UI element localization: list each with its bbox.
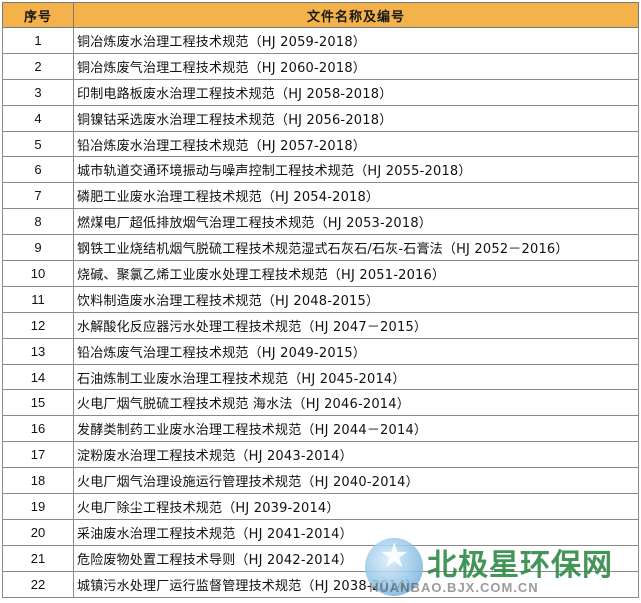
document-name-cell[interactable]: 铅冶炼废气治理工程技术规范（HJ 2049-2015） bbox=[73, 337, 639, 365]
document-name-cell[interactable]: 铜冶炼废气治理工程技术规范（HJ 2060-2018） bbox=[73, 52, 639, 80]
table-row: 6 城市轨道交通环境振动与噪声控制工程技术规范（HJ 2055-2018） bbox=[2, 156, 639, 184]
document-name-cell[interactable]: 铜冶炼废水治理工程技术规范（HJ 2059-2018） bbox=[73, 27, 639, 54]
row-number-cell[interactable]: 17 bbox=[2, 441, 74, 469]
row-number-cell[interactable]: 18 bbox=[2, 467, 74, 495]
row-number-cell[interactable]: 4 bbox=[2, 104, 74, 132]
row-number-cell[interactable]: 19 bbox=[2, 493, 74, 520]
document-name-cell[interactable]: 磷肥工业废水治理工程技术规范（HJ 2054-2018） bbox=[73, 182, 639, 210]
document-name-cell[interactable]: 火电厂烟气脱硫工程技术规范 海水法（HJ 2046-2014） bbox=[73, 389, 639, 417]
table-row: 19 火电厂除尘工程技术规范（HJ 2039-2014） bbox=[2, 493, 639, 520]
row-number-cell[interactable]: 6 bbox=[2, 156, 74, 184]
document-name-cell[interactable]: 燃煤电厂超低排放烟气治理工程技术规范（HJ 2053-2018） bbox=[73, 208, 639, 236]
row-number-cell[interactable]: 9 bbox=[2, 234, 74, 262]
document-name-cell[interactable]: 烧碱、聚氯乙烯工业废水处理工程技术规范（HJ 2051-2016） bbox=[73, 260, 639, 287]
row-number-cell[interactable]: 13 bbox=[2, 337, 74, 365]
table-row: 1 铜冶炼废水治理工程技术规范（HJ 2059-2018） bbox=[2, 27, 639, 54]
row-number-cell[interactable]: 5 bbox=[2, 130, 74, 158]
row-number-cell[interactable]: 16 bbox=[2, 415, 74, 443]
standards-table: 序号 文件名称及编号 1 铜冶炼废水治理工程技术规范（HJ 2059-2018） 2… bbox=[2, 2, 639, 598]
document-name-cell[interactable]: 城镇污水处理厂运行监督管理技术规范（HJ 2038-2014） bbox=[73, 570, 639, 598]
table-row: 15 火电厂烟气脱硫工程技术规范 海水法（HJ 2046-2014） bbox=[2, 389, 639, 417]
table-row: 13 铅冶炼废气治理工程技术规范（HJ 2049-2015） bbox=[2, 337, 639, 365]
table-row: 22 城镇污水处理厂运行监督管理技术规范（HJ 2038-2014） bbox=[2, 570, 639, 598]
document-name-cell[interactable]: 石油炼制工业废水治理工程技术规范（HJ 2045-2014） bbox=[73, 363, 639, 391]
table-row: 7 磷肥工业废水治理工程技术规范（HJ 2054-2018） bbox=[2, 182, 639, 210]
table-row: 8 燃煤电厂超低排放烟气治理工程技术规范（HJ 2053-2018） bbox=[2, 208, 639, 236]
row-number-cell[interactable]: 22 bbox=[2, 570, 74, 598]
document-name-cell[interactable]: 淀粉废水治理工程技术规范（HJ 2043-2014） bbox=[73, 441, 639, 469]
row-number-cell[interactable]: 10 bbox=[2, 260, 74, 287]
table-row: 4 铜镍钴采选废水治理工程技术规范（HJ 2056-2018） bbox=[2, 104, 639, 132]
row-number-cell[interactable]: 3 bbox=[2, 78, 74, 106]
document-name-cell[interactable]: 火电厂烟气治理设施运行管理技术规范（HJ 2040-2014） bbox=[73, 467, 639, 495]
row-number-cell[interactable]: 8 bbox=[2, 208, 74, 236]
column-header-document-name[interactable]: 文件名称及编号 bbox=[73, 2, 639, 28]
header-row: 序号 文件名称及编号 bbox=[2, 2, 639, 28]
table-row: 2 铜冶炼废气治理工程技术规范（HJ 2060-2018） bbox=[2, 52, 639, 80]
table-row: 11 饮料制造废水治理工程技术规范（HJ 2048-2015） bbox=[2, 285, 639, 313]
row-number-cell[interactable]: 15 bbox=[2, 389, 74, 417]
document-name-cell[interactable]: 饮料制造废水治理工程技术规范（HJ 2048-2015） bbox=[73, 285, 639, 313]
row-number-cell[interactable]: 1 bbox=[2, 27, 74, 54]
table-row: 9 钢铁工业烧结机烟气脱硫工程技术规范湿式石灰石/石灰-石膏法（HJ 2052－2… bbox=[2, 234, 639, 262]
table-row: 16 发酵类制药工业废水治理工程技术规范（HJ 2044－2014） bbox=[2, 415, 639, 443]
row-number-cell[interactable]: 20 bbox=[2, 518, 74, 546]
document-name-cell[interactable]: 城市轨道交通环境振动与噪声控制工程技术规范（HJ 2055-2018） bbox=[73, 156, 639, 184]
row-number-cell[interactable]: 7 bbox=[2, 182, 74, 210]
document-name-cell[interactable]: 发酵类制药工业废水治理工程技术规范（HJ 2044－2014） bbox=[73, 415, 639, 443]
table-row: 3 印制电路板废水治理工程技术规范（HJ 2058-2018） bbox=[2, 78, 639, 106]
row-number-cell[interactable]: 2 bbox=[2, 52, 74, 80]
document-name-cell[interactable]: 印制电路板废水治理工程技术规范（HJ 2058-2018） bbox=[73, 78, 639, 106]
document-name-cell[interactable]: 水解酸化反应器污水处理工程技术规范（HJ 2047－2015） bbox=[73, 311, 639, 339]
table-row: 17 淀粉废水治理工程技术规范（HJ 2043-2014） bbox=[2, 441, 639, 469]
document-name-cell[interactable]: 铜镍钴采选废水治理工程技术规范（HJ 2056-2018） bbox=[73, 104, 639, 132]
document-name-cell[interactable]: 铅冶炼废水治理工程技术规范（HJ 2057-2018） bbox=[73, 130, 639, 158]
column-header-number[interactable]: 序号 bbox=[2, 2, 74, 28]
row-number-cell[interactable]: 11 bbox=[2, 285, 74, 313]
table-row: 18 火电厂烟气治理设施运行管理技术规范（HJ 2040-2014） bbox=[2, 467, 639, 495]
table-body: 1 铜冶炼废水治理工程技术规范（HJ 2059-2018） 2 铜冶炼废气治理工程技术… bbox=[2, 27, 639, 598]
document-name-cell[interactable]: 危险废物处置工程技术导则（HJ 2042-2014） bbox=[73, 544, 639, 572]
row-number-cell[interactable]: 12 bbox=[2, 311, 74, 339]
table-row: 10 烧碱、聚氯乙烯工业废水处理工程技术规范（HJ 2051-2016） bbox=[2, 260, 639, 287]
table-row: 21 危险废物处置工程技术导则（HJ 2042-2014） bbox=[2, 544, 639, 572]
table-row: 12 水解酸化反应器污水处理工程技术规范（HJ 2047－2015） bbox=[2, 311, 639, 339]
document-name-cell[interactable]: 火电厂除尘工程技术规范（HJ 2039-2014） bbox=[73, 493, 639, 520]
table-row: 14 石油炼制工业废水治理工程技术规范（HJ 2045-2014） bbox=[2, 363, 639, 391]
row-number-cell[interactable]: 21 bbox=[2, 544, 74, 572]
row-number-cell[interactable]: 14 bbox=[2, 363, 74, 391]
spreadsheet-view: 序号 文件名称及编号 1 铜冶炼废水治理工程技术规范（HJ 2059-2018） 2… bbox=[0, 0, 641, 603]
table-row: 20 采油废水治理工程技术规范（HJ 2041-2014） bbox=[2, 518, 639, 546]
document-name-cell[interactable]: 采油废水治理工程技术规范（HJ 2041-2014） bbox=[73, 518, 639, 546]
table-row: 5 铅冶炼废水治理工程技术规范（HJ 2057-2018） bbox=[2, 130, 639, 158]
document-name-cell[interactable]: 钢铁工业烧结机烟气脱硫工程技术规范湿式石灰石/石灰-石膏法（HJ 2052－20… bbox=[73, 234, 639, 262]
